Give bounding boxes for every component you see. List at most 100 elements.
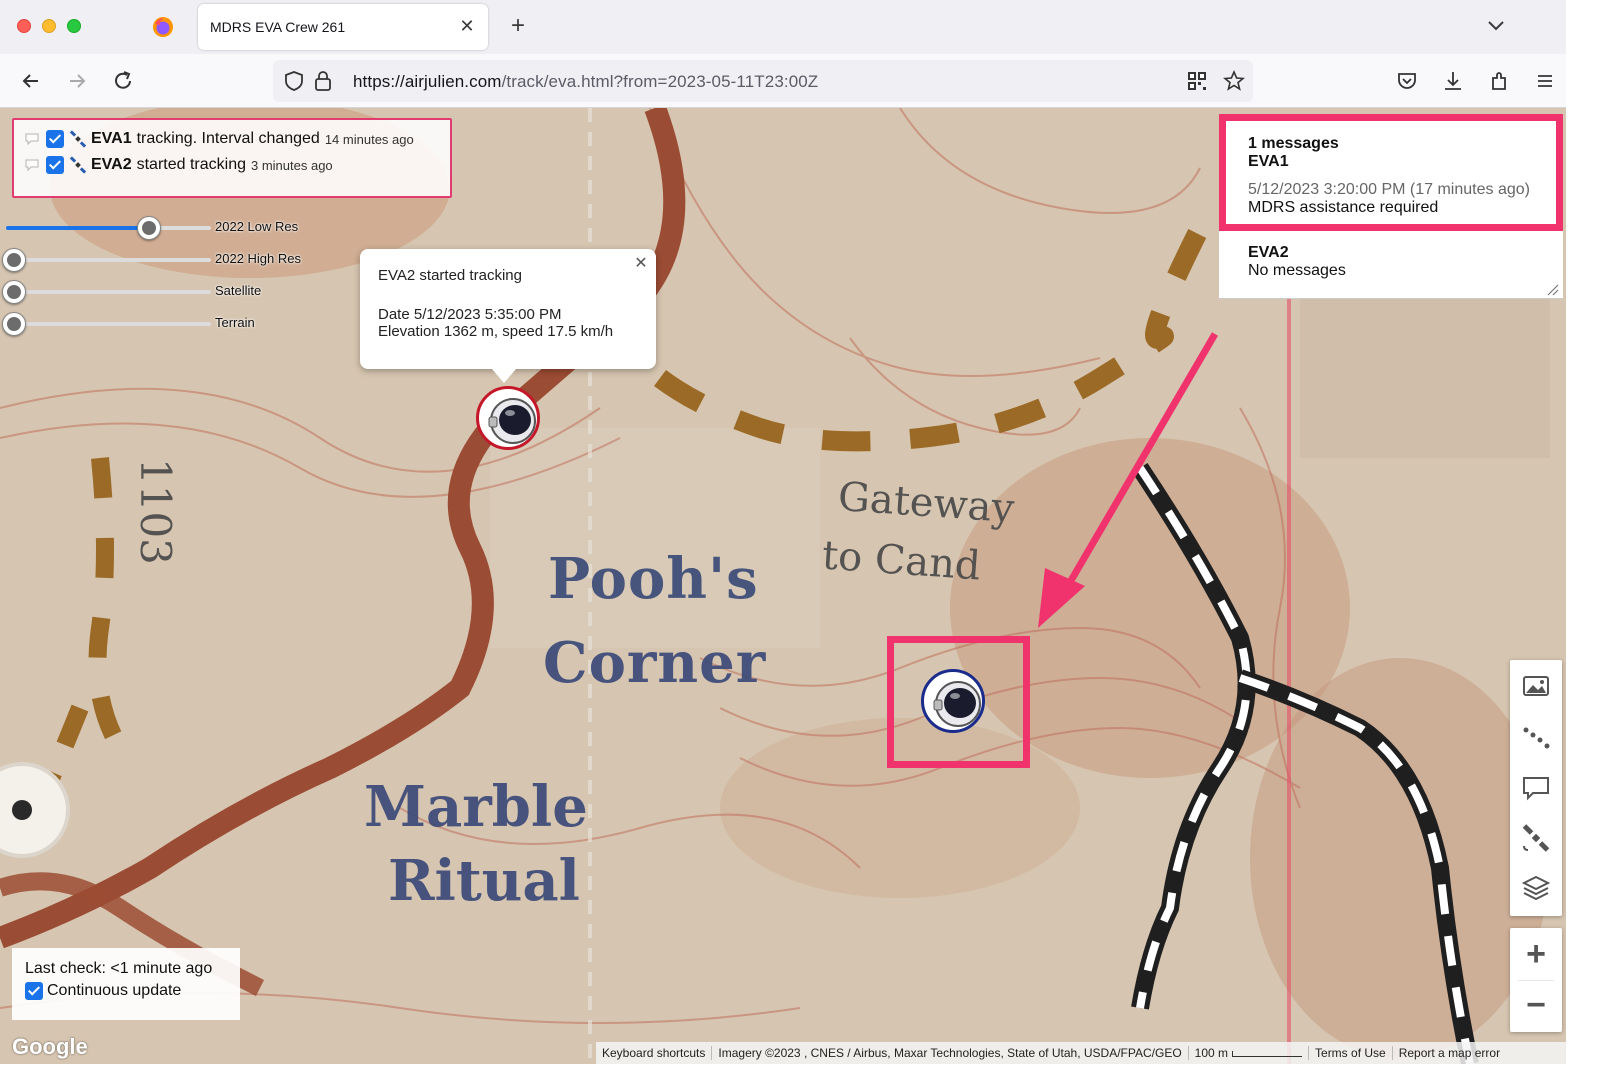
astronaut-helmet-icon <box>488 398 536 444</box>
zoom-in-button[interactable]: + <box>1510 928 1562 980</box>
lock-icon[interactable] <box>313 70 333 92</box>
tab-close-icon[interactable]: ✕ <box>456 15 478 37</box>
slider-thumb[interactable] <box>2 248 26 272</box>
pocket-icon[interactable] <box>1392 66 1422 96</box>
close-icon[interactable]: ✕ <box>632 255 650 273</box>
window-minimize-button[interactable] <box>42 19 56 33</box>
tracker-eva2-status: started tracking <box>136 156 246 173</box>
slider-fill <box>6 226 142 230</box>
zoom-out-button[interactable]: − <box>1510 980 1562 1032</box>
map-label-road-1103: 1103 <box>131 458 180 565</box>
slider-satellite[interactable]: Satellite <box>0 280 310 304</box>
message-eva2-text: No messages <box>1248 262 1346 279</box>
arrow-right-icon[interactable] <box>62 66 92 96</box>
marker-info-window: ✕ EVA2 started tracking Date 5/12/2023 5… <box>360 249 656 383</box>
tracker-eva1-checkbox[interactable] <box>46 130 64 148</box>
firefox-icon[interactable] <box>152 16 174 38</box>
keyboard-shortcuts-link[interactable]: Keyboard shortcuts <box>596 1046 713 1060</box>
info-title: EVA2 started tracking <box>378 267 522 284</box>
tab-strip: MDRS EVA Crew 261 ✕ + <box>0 0 1566 54</box>
comment-icon[interactable] <box>1520 772 1552 804</box>
tracker-row-eva2: EVA2 started tracking 3 minutes ago <box>24 152 440 178</box>
map-attribution-bar: Keyboard shortcuts Imagery ©2023 , CNES … <box>596 1042 1566 1064</box>
info-date: Date 5/12/2023 5:35:00 PM <box>378 306 562 323</box>
tracker-list-panel: EVA1 tracking. Interval changed 14 minut… <box>12 118 452 198</box>
message-eva1-name: EVA1 <box>1248 153 1289 170</box>
resize-grip-icon[interactable] <box>1545 282 1559 296</box>
slider-label: Terrain <box>215 315 255 330</box>
satellite-icon <box>69 156 87 174</box>
speech-bubble-icon[interactable] <box>24 158 40 172</box>
message-eva1[interactable]: 1 messages EVA1 5/12/2023 3:20:00 PM (17… <box>1219 114 1563 231</box>
puzzle-icon[interactable] <box>1484 66 1514 96</box>
qr-code-icon[interactable] <box>1187 71 1207 91</box>
tab-title: MDRS EVA Crew 261 <box>210 19 346 35</box>
browser-window: MDRS EVA Crew 261 ✕ + https://airjulien.… <box>0 0 1566 1064</box>
message-eva1-text: MDRS assistance required <box>1248 199 1439 216</box>
slider-thumb[interactable] <box>137 216 162 240</box>
satellite-icon[interactable] <box>1520 822 1552 854</box>
arrow-left-icon[interactable] <box>16 66 46 96</box>
shield-icon[interactable] <box>283 70 305 92</box>
url-host: https://airjulien.com <box>353 72 502 91</box>
slider-track <box>6 322 211 326</box>
map-tool-bar <box>1510 660 1562 916</box>
window-maximize-button[interactable] <box>67 19 81 33</box>
track-points-icon[interactable] <box>1520 722 1552 754</box>
continuous-update-label: Continuous update <box>47 982 182 999</box>
satellite-icon <box>69 130 87 148</box>
layers-icon[interactable] <box>1520 872 1552 904</box>
tracker-eva2-ago: 3 minutes ago <box>251 157 333 173</box>
address-bar[interactable]: https://airjulien.com/track/eva.html?fro… <box>273 60 1253 102</box>
tracker-eva1-ago: 14 minutes ago <box>324 131 414 147</box>
eva2-marker[interactable] <box>476 386 540 450</box>
map-label-poohs: Pooh's <box>548 546 759 612</box>
message-eva1-time: 5/12/2023 3:20:00 PM (17 minutes ago) <box>1248 181 1530 198</box>
last-check-text: Last check: <1 minute ago <box>25 960 213 977</box>
terms-of-use-link[interactable]: Terms of Use <box>1309 1046 1393 1060</box>
tracker-eva1-status: tracking. Interval changed <box>136 130 320 147</box>
slider-terrain[interactable]: Terrain <box>0 312 310 336</box>
new-tab-button[interactable]: + <box>504 13 532 41</box>
map-label-ritual: Ritual <box>388 848 580 914</box>
star-icon[interactable] <box>1223 70 1245 92</box>
tracker-eva1-name: EVA1 <box>91 130 132 147</box>
reload-icon[interactable] <box>108 66 138 96</box>
scale-bar <box>1232 1050 1303 1057</box>
tab-active[interactable]: MDRS EVA Crew 261 ✕ <box>198 4 488 50</box>
message-eva2-name: EVA2 <box>1248 244 1289 261</box>
slider-label: 2022 High Res <box>215 251 301 266</box>
navigation-toolbar: https://airjulien.com/track/eva.html?fro… <box>0 54 1566 108</box>
continuous-update-checkbox[interactable] <box>25 982 43 1000</box>
slider-2022-high-res[interactable]: 2022 High Res <box>0 248 310 272</box>
tracker-eva2-checkbox[interactable] <box>46 156 64 174</box>
slider-thumb[interactable] <box>2 280 26 304</box>
image-icon[interactable] <box>1520 670 1552 702</box>
report-map-error-link[interactable]: Report a map error <box>1393 1046 1506 1060</box>
slider-label: Satellite <box>215 283 262 298</box>
slider-track <box>6 290 211 294</box>
window-close-button[interactable] <box>17 19 31 33</box>
scale-text: 100 m <box>1194 1046 1229 1060</box>
slider-thumb[interactable] <box>2 312 26 336</box>
info-elevation: Elevation 1362 m, speed 17.5 km/h <box>378 323 614 340</box>
google-logo[interactable]: Google <box>12 1034 88 1060</box>
slider-label: 2022 Low Res <box>215 219 299 234</box>
tracker-row-eva1: EVA1 tracking. Interval changed 14 minut… <box>24 126 440 152</box>
update-status-box: Last check: <1 minute ago Continuous upd… <box>12 948 240 1020</box>
map-view[interactable]: Pooh's Corner Marble Ritual Gateway to C… <box>0 108 1566 1064</box>
speech-bubble-icon[interactable] <box>24 132 40 146</box>
message-eva2[interactable]: EVA2 No messages <box>1219 238 1563 299</box>
hamburger-menu-icon[interactable] <box>1530 66 1560 96</box>
scale-indicator[interactable]: 100 m <box>1189 1046 1310 1060</box>
message-count: 1 messages <box>1248 135 1339 152</box>
slider-track <box>6 258 211 262</box>
slider-2022-low-res[interactable]: 2022 Low Res <box>0 216 310 240</box>
chevron-down-icon[interactable] <box>1483 12 1509 38</box>
url-path: /track/eva.html?from=2023-05-11T23:00Z <box>501 72 819 91</box>
messages-panel: 1 messages EVA1 5/12/2023 3:20:00 PM (17… <box>1219 114 1563 299</box>
imagery-attribution: Imagery ©2023 , CNES / Airbus, Maxar Tec… <box>712 1046 1189 1060</box>
download-icon[interactable] <box>1438 66 1468 96</box>
url-text[interactable]: https://airjulien.com/track/eva.html?fro… <box>353 72 818 92</box>
map-label-corner: Corner <box>543 630 767 696</box>
